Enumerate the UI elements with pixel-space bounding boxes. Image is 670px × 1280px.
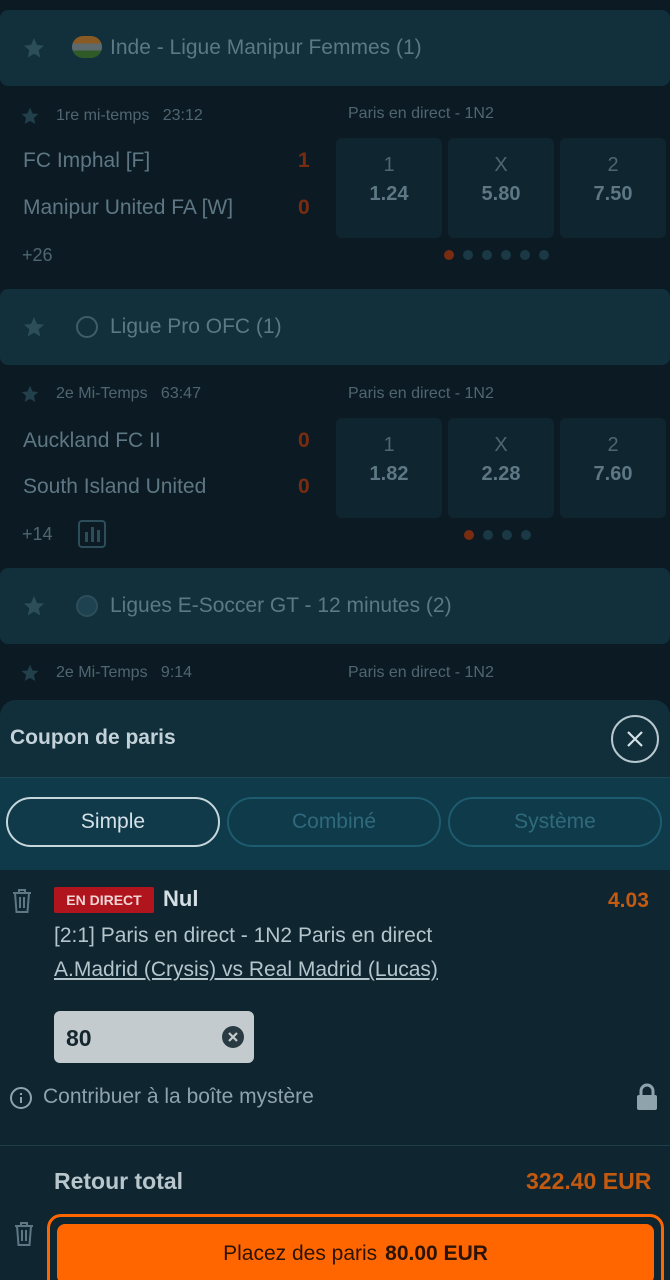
match-status: 1re mi-temps 23:12 [56,107,203,124]
market-label: Paris en direct - 1N2 [348,385,494,402]
bet-event-link[interactable]: A.Madrid (Crysis) vs Real Madrid (Lucas) [54,958,438,982]
tab-combine[interactable]: Combiné [227,797,441,847]
home-score: 1 [298,149,310,172]
carousel-dot[interactable] [502,530,512,540]
trash-icon[interactable] [12,1220,36,1248]
more-markets-link[interactable]: +26 [22,245,53,266]
place-bet-focus-ring: Placez des paris 80.00 EUR [47,1214,664,1280]
bet-slip-title: Coupon de paris [10,726,176,749]
home-score: 0 [298,429,310,452]
carousel-dot[interactable] [539,250,549,260]
away-score: 0 [298,196,310,219]
bet-type-tabs: Simple Combiné Système [0,778,670,870]
carousel-dot[interactable] [521,530,531,540]
star-icon[interactable] [22,315,46,339]
bet-slip-footer: Retour total 322.40 EUR Placez des paris… [0,1145,670,1280]
close-button[interactable] [611,715,659,763]
stake-input[interactable]: 80 [54,1011,254,1063]
more-markets-link[interactable]: +14 [22,524,53,545]
star-icon[interactable] [20,106,40,126]
lock-icon [637,1083,657,1110]
stake-value: 80 [66,1025,92,1051]
market-label: Paris en direct - 1N2 [348,105,494,122]
carousel-dot[interactable] [444,250,454,260]
home-team: FC Imphal [F] [23,149,151,172]
close-icon [627,731,643,747]
league-name: Ligues E-Soccer GT - 12 minutes (2) [110,594,452,617]
odd-button-x[interactable]: X 5.80 [448,138,554,238]
bet-selection: Nul [163,886,199,911]
tab-simple[interactable]: Simple [6,797,220,847]
carousel-dot[interactable] [464,530,474,540]
odd-button-1[interactable]: 1 1.24 [336,138,442,238]
star-icon[interactable] [20,663,40,683]
league-name: Ligue Pro OFC (1) [110,315,282,338]
away-team: South Island United [23,475,207,498]
home-team: Auckland FC II [23,429,161,452]
total-return-value: 322.40 EUR [526,1168,652,1194]
match-card[interactable]: 1re mi-temps 23:12 Paris en direct - 1N2… [0,86,670,286]
carousel-dot[interactable] [520,250,530,260]
league-header-ofc[interactable]: Ligue Pro OFC (1) [0,289,670,365]
match-card[interactable]: 2e Mi-Temps 63:47 Paris en direct - 1N2 … [0,366,670,566]
clear-icon[interactable] [222,1026,244,1048]
india-flag-icon [72,36,102,58]
bet-slip-header: Coupon de paris [0,700,670,778]
bet-slip: Coupon de paris Simple Combiné Système E… [0,700,670,1280]
bet-market: [2:1] Paris en direct - 1N2 Paris en dir… [54,924,433,947]
away-score: 0 [298,475,310,498]
match-status: 2e Mi-Temps 9:14 [56,664,193,681]
trash-icon[interactable] [10,887,34,915]
league-header-inde[interactable]: Inde - Ligue Manipur Femmes (1) [0,10,670,86]
star-icon[interactable] [22,594,46,618]
odd-button-2[interactable]: 2 7.50 [560,138,666,238]
odd-button-1[interactable]: 1 1.82 [336,418,442,518]
market-label: Paris en direct - 1N2 [348,664,494,681]
carousel-dot[interactable] [482,250,492,260]
away-team: Manipur United FA [W] [23,196,234,219]
star-icon[interactable] [20,384,40,404]
tab-systeme[interactable]: Système [448,797,662,847]
place-bet-button[interactable]: Placez des paris 80.00 EUR [57,1224,654,1280]
carousel-dot[interactable] [463,250,473,260]
odd-button-x[interactable]: X 2.28 [448,418,554,518]
star-icon[interactable] [22,36,46,60]
carousel-dot[interactable] [483,530,493,540]
carousel-dots [464,530,531,540]
carousel-dots [444,250,549,260]
league-header-esoccer[interactable]: Ligues E-Soccer GT - 12 minutes (2) [0,568,670,644]
total-return-label: Retour total [54,1168,184,1194]
mystery-box-label: Contribuer à la boîte mystère [43,1085,314,1108]
info-icon[interactable] [10,1087,32,1109]
bet-odd: 4.03 [608,889,649,912]
globe-icon [76,595,98,617]
match-card[interactable]: 2e Mi-Temps 9:14 Paris en direct - 1N2 [0,645,670,700]
odd-button-2[interactable]: 2 7.60 [560,418,666,518]
live-badge: EN DIRECT [54,887,154,913]
league-name: Inde - Ligue Manipur Femmes (1) [110,36,422,59]
globe-icon [76,316,98,338]
stats-icon[interactable] [78,520,106,548]
carousel-dot[interactable] [501,250,511,260]
match-status: 2e Mi-Temps 63:47 [56,385,201,402]
